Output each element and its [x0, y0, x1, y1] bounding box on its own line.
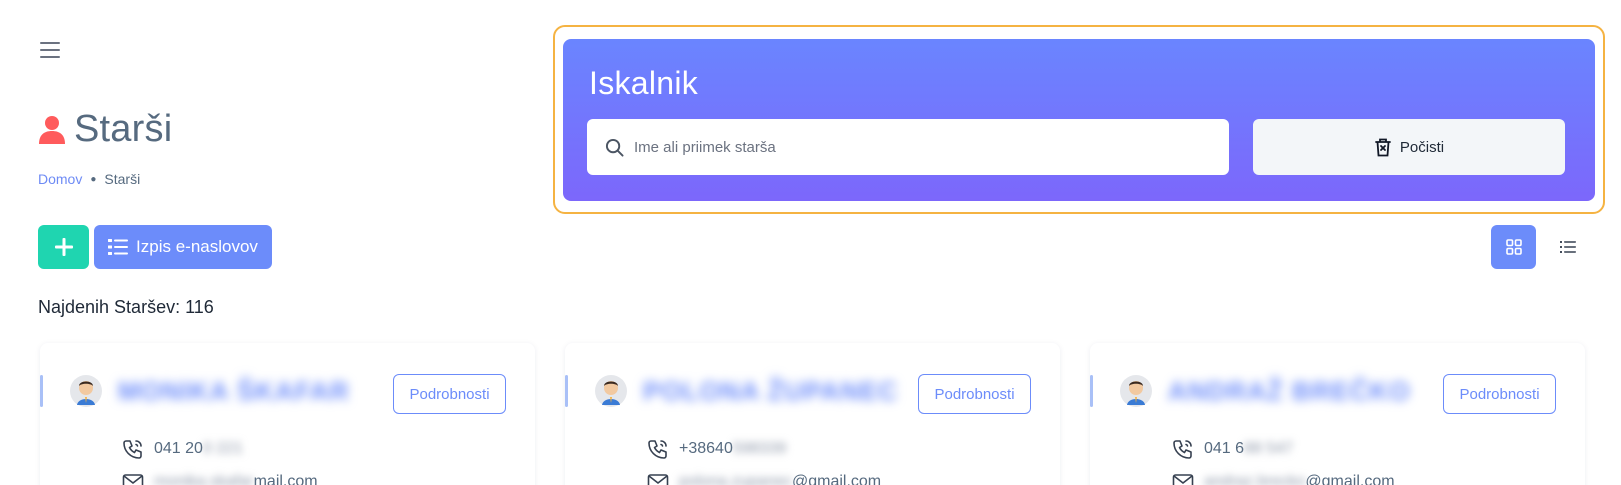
- phone-row: +38640598339: [647, 438, 786, 460]
- email-redacted: polona.zupanec: [679, 473, 792, 485]
- avatar: [70, 375, 102, 407]
- avatar: [1120, 375, 1152, 407]
- phone-row: 041 200 221: [122, 438, 243, 460]
- grid-view-button[interactable]: [1491, 225, 1536, 269]
- email-redacted: andraz.brecko: [1204, 473, 1306, 485]
- phone-number: 041 6: [1204, 440, 1245, 457]
- email-domain: @gmail.com: [1305, 473, 1395, 485]
- list-view-button[interactable]: [1545, 225, 1590, 269]
- details-button[interactable]: Podrobnosti: [393, 374, 506, 414]
- search-input[interactable]: [634, 138, 1194, 156]
- parent-name: POLONA ŽUPANEC: [643, 376, 899, 406]
- search-field[interactable]: [587, 119, 1229, 175]
- email-row: monika.skafarmail.com: [122, 473, 318, 485]
- clear-search-button[interactable]: Počisti: [1253, 119, 1565, 175]
- mail-icon: [122, 474, 144, 485]
- grid-icon: [1505, 239, 1522, 255]
- mail-icon: [647, 474, 669, 485]
- phone-icon: [648, 440, 667, 459]
- details-button[interactable]: Podrobnosti: [918, 374, 1031, 414]
- parent-card: MONIKA ŠKAFAR Podrobnosti 041 200 221 mo…: [40, 343, 535, 485]
- search-panel: Iskalnik Počisti: [563, 39, 1595, 201]
- page-title: Starši: [74, 108, 173, 150]
- clear-search-label: Počisti: [1399, 138, 1445, 156]
- phone-number: 041 20: [154, 440, 203, 457]
- card-accent-bar: [565, 375, 568, 407]
- email-list-button[interactable]: Izpis e-naslovov: [94, 225, 272, 269]
- plus-icon: [54, 238, 73, 256]
- breadcrumb: Domov ● Starši: [38, 171, 140, 187]
- card-accent-bar: [1090, 375, 1093, 407]
- add-parent-button[interactable]: [38, 225, 89, 269]
- trash-x-icon: [1375, 138, 1391, 157]
- search-icon: [605, 138, 624, 157]
- parent-card: POLONA ŽUPANEC Podrobnosti +38640598339 …: [565, 343, 1060, 485]
- mail-icon: [1172, 474, 1194, 485]
- user-icon: [39, 115, 65, 144]
- email-row: polona.zupanec@gmail.com: [647, 473, 881, 485]
- avatar: [595, 375, 627, 407]
- details-button[interactable]: Podrobnosti: [1443, 374, 1556, 414]
- phone-number-redacted: 88 547: [1244, 440, 1293, 457]
- menu-toggle-icon[interactable]: [40, 42, 60, 58]
- card-accent-bar: [40, 375, 43, 407]
- email-domain: @gmail.com: [791, 473, 882, 485]
- list-view-icon: [1559, 241, 1576, 253]
- list-icon: [108, 239, 129, 255]
- phone-number-redacted: 0 221: [202, 440, 243, 457]
- phone-number: +38640: [679, 440, 733, 457]
- search-title: Iskalnik: [589, 65, 699, 101]
- breadcrumb-separator: ●: [90, 173, 97, 185]
- email-list-label: Izpis e-naslovov: [136, 237, 258, 256]
- email-row: andraz.brecko@gmail.com: [1172, 473, 1395, 485]
- email-redacted: monika.skafar: [154, 473, 254, 485]
- breadcrumb-current: Starši: [104, 171, 141, 187]
- breadcrumb-home-link[interactable]: Domov: [38, 171, 82, 187]
- phone-icon: [123, 440, 142, 459]
- results-count: Najdenih Staršev: 116: [38, 297, 214, 317]
- phone-row: 041 688 547: [1172, 438, 1293, 460]
- parent-name: MONIKA ŠKAFAR: [118, 376, 350, 406]
- parent-name: ANDRAŽ BREČKO: [1168, 376, 1411, 406]
- phone-number-redacted: 598339: [732, 440, 787, 457]
- page-header: Starši: [38, 108, 172, 151]
- phone-icon: [1173, 440, 1192, 459]
- email-domain: mail.com: [253, 473, 318, 485]
- parent-card: ANDRAŽ BREČKO Podrobnosti 041 688 547 an…: [1090, 343, 1585, 485]
